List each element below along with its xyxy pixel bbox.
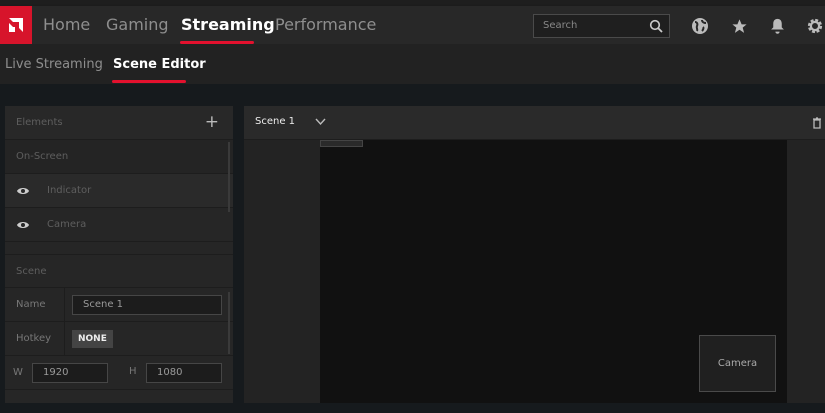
gear-icon[interactable] [804, 15, 825, 37]
width-value: 1920 [43, 367, 69, 378]
hotkey-button[interactable]: NONE [72, 330, 113, 348]
search-icon[interactable] [649, 19, 663, 33]
scene-label: Scene [16, 265, 47, 277]
tab-scene-editor[interactable]: Scene Editor [113, 57, 206, 72]
bell-icon[interactable] [766, 15, 788, 37]
elements-header: Elements + [5, 106, 233, 140]
sub-nav-active-underline [112, 80, 186, 83]
hotkey-label: Hotkey [16, 333, 52, 344]
scene-canvas[interactable]: Camera [320, 140, 787, 403]
width-input[interactable]: 1920 [32, 363, 108, 383]
eye-icon[interactable] [16, 220, 30, 230]
eye-icon[interactable] [16, 186, 30, 196]
chevron-down-icon[interactable] [315, 118, 326, 126]
element-item-indicator[interactable]: Indicator [5, 174, 233, 208]
nav-home[interactable]: Home [43, 15, 90, 34]
element-item-camera[interactable]: Camera [5, 208, 233, 242]
amd-logo[interactable] [0, 6, 32, 44]
search-placeholder: Search [543, 20, 578, 31]
scene-name-value: Scene 1 [83, 299, 124, 310]
scene-selected-label: Scene 1 [255, 116, 296, 127]
trash-icon[interactable] [812, 117, 822, 129]
width-label: W [13, 367, 23, 378]
height-label: H [129, 366, 137, 377]
scene-selector[interactable]: Scene 1 [255, 116, 326, 127]
plus-icon[interactable]: + [205, 112, 219, 132]
nav-streaming[interactable]: Streaming [181, 15, 275, 34]
name-label: Name [16, 299, 46, 310]
scene-header: Scene [5, 254, 233, 288]
camera-element[interactable]: Camera [699, 335, 776, 392]
star-icon[interactable] [728, 15, 750, 37]
scene-toolbar: Scene 1 [244, 106, 825, 140]
camera-element-label: Camera [717, 358, 758, 369]
globe-icon[interactable] [689, 15, 711, 37]
on-screen-label: On-Screen [16, 151, 69, 162]
elements-title: Elements [16, 117, 63, 128]
hotkey-row: Hotkey NONE [5, 322, 233, 356]
name-row: Name Scene 1 [5, 288, 233, 356]
tab-live-streaming[interactable]: Live Streaming [5, 57, 103, 72]
elements-scrollbar[interactable] [228, 142, 230, 212]
scene-name-input[interactable]: Scene 1 [72, 295, 222, 315]
height-value: 1080 [157, 367, 183, 378]
scene-scrollbar[interactable] [228, 292, 230, 354]
search-input[interactable]: Search [533, 14, 670, 38]
resolution-row: W 1920 H 1080 [5, 356, 233, 390]
element-label: Indicator [47, 185, 92, 196]
nav-gaming[interactable]: Gaming [106, 15, 169, 34]
height-input[interactable]: 1080 [146, 363, 222, 383]
element-label: Camera [47, 219, 87, 230]
nav-performance[interactable]: Performance [275, 15, 376, 34]
indicator-element[interactable] [320, 140, 363, 147]
on-screen-header: On-Screen [5, 140, 233, 174]
elements-panel: Elements + On-Screen Indicator Camera Sc… [5, 106, 233, 403]
